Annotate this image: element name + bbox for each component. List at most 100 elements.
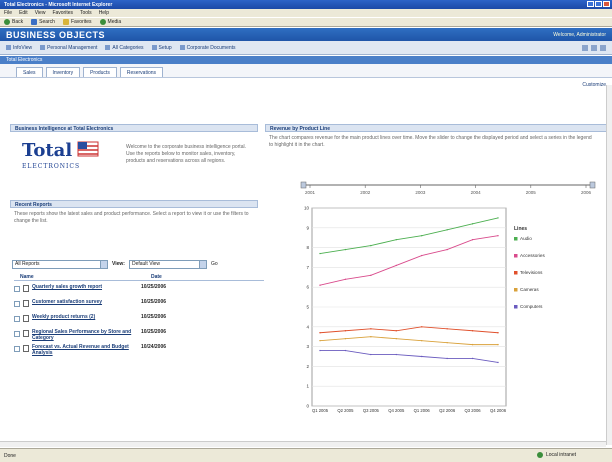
chevron-down-icon — [100, 260, 107, 268]
row-checkbox[interactable] — [14, 301, 20, 307]
tab-bar: Sales Inventory Products Reservations — [0, 64, 612, 78]
report-link[interactable]: Quarterly sales growth report — [32, 284, 132, 290]
y-tick-label: 8 — [306, 245, 309, 250]
document-icon — [23, 345, 29, 352]
list-item[interactable]: Forecast vs. Actual Revenue and Budget A… — [14, 344, 264, 356]
column-date[interactable]: Date — [151, 274, 162, 280]
data-point — [319, 252, 321, 255]
slider-right-handle[interactable] — [589, 181, 596, 189]
menu-tools[interactable]: Tools — [80, 10, 92, 16]
legend-item[interactable]: Televisions — [520, 270, 543, 275]
media-button[interactable]: Media — [99, 19, 121, 25]
view-select[interactable]: Default View — [128, 259, 207, 269]
star-icon — [62, 19, 69, 25]
customize-link[interactable]: Customize — [582, 82, 606, 88]
report-link[interactable]: Regional Sales Performance by Store and … — [32, 329, 132, 341]
tab-sales[interactable]: Sales — [16, 67, 43, 77]
help-icon[interactable] — [591, 45, 597, 51]
menu-view[interactable]: View — [35, 10, 46, 16]
minimize-icon[interactable] — [587, 1, 594, 7]
y-tick-label: 10 — [304, 206, 310, 211]
data-point — [497, 343, 499, 346]
category-icon — [105, 45, 111, 50]
y-tick-label: 4 — [306, 324, 309, 329]
report-date: 10/25/2006 — [141, 329, 167, 335]
y-tick-label: 0 — [306, 404, 309, 409]
welcome-text[interactable]: Welcome, Administrator — [553, 32, 606, 38]
y-tick-label: 3 — [306, 344, 309, 349]
nav-personal[interactable]: Personal Management — [40, 45, 97, 51]
back-arrow-icon — [4, 19, 10, 25]
menu-bar: File Edit View Favorites Tools Help — [0, 9, 612, 17]
favorites-button[interactable]: Favorites — [62, 19, 92, 25]
row-checkbox[interactable] — [14, 331, 20, 337]
data-point — [421, 235, 423, 237]
nav-categories[interactable]: All Categories — [105, 45, 144, 51]
slider-label: 2006 — [581, 190, 592, 195]
row-checkbox[interactable] — [14, 286, 20, 292]
list-item[interactable]: Regional Sales Performance by Store and … — [14, 329, 264, 341]
data-point — [421, 254, 423, 257]
line-chart: 0 1 2 3 4 5 6 7 8 9 10 Q1 2005 Q2 2005 Q3 2005 Q4 200… — [304, 206, 545, 414]
y-tick-label: 1 — [306, 384, 309, 389]
back-button[interactable]: Back — [4, 19, 23, 25]
legend-item[interactable]: Audio — [520, 236, 532, 241]
data-point — [395, 330, 397, 332]
legend-swatch — [514, 288, 518, 292]
legend-item[interactable]: Computers — [520, 304, 543, 309]
report-link[interactable]: Customer satisfaction survey — [32, 299, 132, 305]
list-item[interactable]: Quarterly sales growth report 10/25/2006 — [14, 284, 264, 296]
category-select[interactable]: All Reports — [12, 259, 108, 269]
x-tick-label: Q4 2006 — [490, 408, 507, 413]
period-slider[interactable]: 2001 2002 2003 2004 2005 2006 — [300, 180, 596, 196]
menu-file[interactable]: File — [4, 10, 12, 16]
data-point — [344, 330, 347, 332]
report-date: 10/25/2006 — [141, 284, 167, 290]
nav-infoview[interactable]: InfoView — [6, 45, 32, 51]
data-point — [471, 343, 474, 346]
row-checkbox[interactable] — [14, 316, 20, 322]
tab-reservations[interactable]: Reservations — [119, 67, 164, 77]
data-point — [421, 339, 423, 342]
column-name[interactable]: Name — [20, 274, 148, 280]
search-button[interactable]: Search — [31, 19, 55, 25]
list-item[interactable]: Weekly product returns (2) 10/25/2006 — [14, 314, 264, 326]
data-point — [471, 330, 474, 332]
nav-setup[interactable]: Setup — [151, 45, 172, 51]
data-point — [344, 248, 347, 251]
brand-logo: BUSINESS OBJECTS — [6, 30, 106, 40]
chart-panel: Revenue by Product Line The chart compar… — [265, 124, 609, 152]
slider-label: 2003 — [415, 190, 426, 195]
menu-help[interactable]: Help — [99, 10, 109, 16]
status-bar: Done Local intranet — [0, 448, 612, 462]
list-item[interactable]: Customer satisfaction survey 10/25/2006 — [14, 299, 264, 311]
list-header: Name Date — [14, 273, 264, 281]
x-tick-label: Q3 2005 — [363, 408, 380, 413]
close-icon[interactable] — [603, 1, 610, 7]
data-point — [497, 361, 499, 364]
legend-item[interactable]: Accessories — [520, 253, 545, 258]
app-nav: InfoView Personal Management All Categor… — [0, 41, 612, 55]
tab-inventory[interactable]: Inventory — [45, 67, 81, 77]
slider-left-handle[interactable] — [300, 181, 307, 189]
tab-products[interactable]: Products — [83, 67, 117, 77]
nav-corporate[interactable]: Corporate Documents — [179, 45, 236, 51]
refresh-icon[interactable] — [582, 45, 588, 51]
chart-legend: Lines Audio Accessories Televisions Cameras C… — [514, 226, 545, 309]
go-button[interactable]: Go — [211, 261, 218, 267]
maximize-icon[interactable] — [595, 1, 602, 7]
menu-edit[interactable]: Edit — [19, 10, 28, 16]
filter-bar: All Reports View: Default View Go — [12, 258, 262, 270]
window-titlebar: Total Electronics - Microsoft Internet E… — [0, 0, 612, 9]
logout-icon[interactable] — [600, 45, 606, 51]
vertical-scrollbar[interactable] — [606, 85, 612, 445]
menu-favorites[interactable]: Favorites — [52, 10, 73, 16]
document-icon — [23, 330, 29, 337]
row-checkbox[interactable] — [14, 346, 20, 352]
report-link[interactable]: Weekly product returns (2) — [32, 314, 132, 320]
document-icon — [23, 300, 29, 307]
legend-item[interactable]: Cameras — [520, 287, 539, 292]
report-link[interactable]: Forecast vs. Actual Revenue and Budget A… — [32, 344, 132, 356]
horizontal-scrollbar[interactable] — [0, 441, 606, 447]
slider-labels: 2001 2002 2003 2004 2005 2006 — [305, 185, 592, 195]
